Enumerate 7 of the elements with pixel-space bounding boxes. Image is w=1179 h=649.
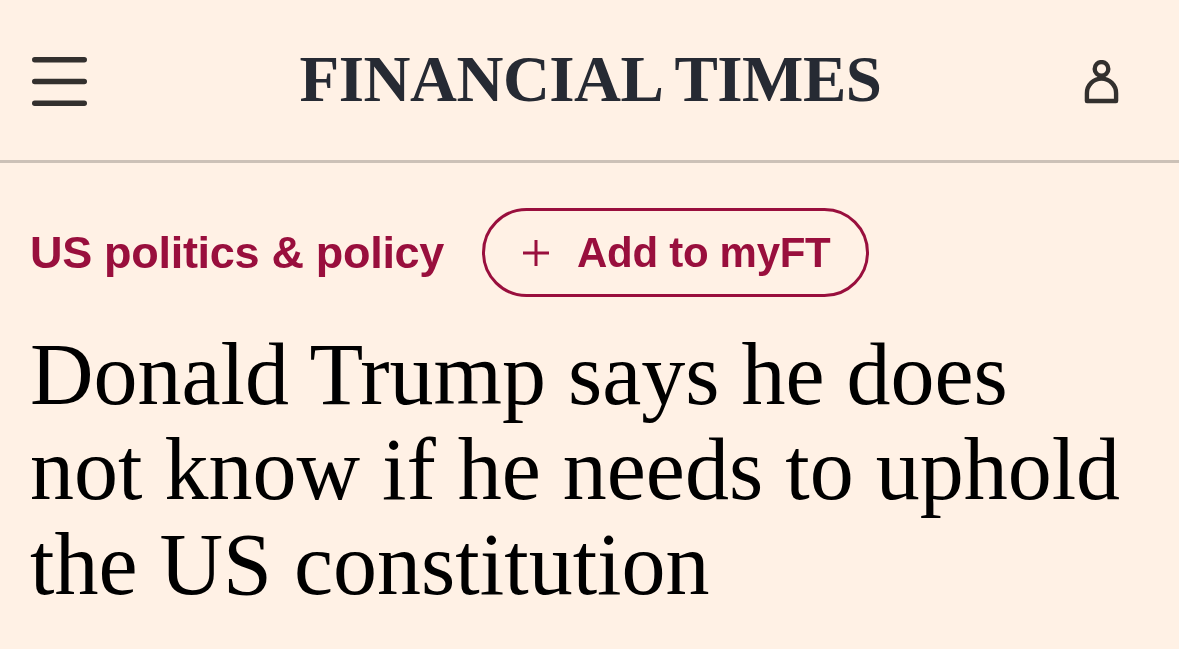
menu-icon[interactable] xyxy=(32,56,87,106)
logo[interactable]: FINANCIAL TIMES xyxy=(299,46,882,112)
user-icon[interactable] xyxy=(1084,60,1119,104)
headline: Donald Trump says he does not know if he needs to uphold the US constitution xyxy=(30,327,1122,612)
plus-icon xyxy=(523,239,550,266)
add-to-myft-button[interactable]: Add to myFT xyxy=(482,208,870,297)
topic-link[interactable]: US politics & policy xyxy=(30,230,445,275)
